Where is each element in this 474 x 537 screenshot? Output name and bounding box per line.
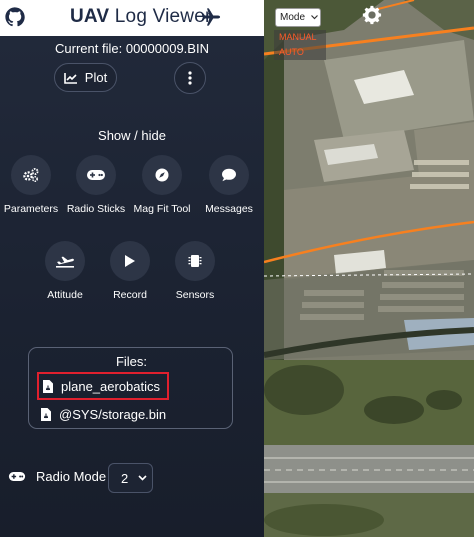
gamepad-icon <box>87 170 105 180</box>
mode-select[interactable]: Mode <box>275 8 321 27</box>
file-name: plane_aerobatics <box>61 378 161 394</box>
legend-item-auto: AUTO <box>279 47 304 57</box>
line-chart-icon <box>63 72 77 84</box>
file-item-storage-bin[interactable]: @SYS/storage.bin <box>37 400 166 428</box>
tool-messages[interactable]: Messages <box>189 155 269 215</box>
app-header: UAV Log Viewer <box>0 0 264 36</box>
gamepad-icon <box>8 472 26 481</box>
chip-icon <box>188 255 202 267</box>
tool-label: Messages <box>205 203 253 215</box>
play-icon <box>125 255 135 267</box>
more-options-button[interactable] <box>174 62 206 94</box>
file-name: @SYS/storage.bin <box>59 406 167 422</box>
record-button[interactable] <box>110 241 150 281</box>
sensors-button[interactable] <box>175 241 215 281</box>
flight-mode-legend: MANUAL AUTO <box>274 30 326 60</box>
files-title: Files: <box>115 354 148 369</box>
file-item-plane-aerobatics[interactable]: plane_aerobatics <box>37 372 169 400</box>
chevron-down-icon <box>138 475 147 481</box>
map-view[interactable]: Mode MANUAL AUTO <box>264 0 474 537</box>
airplane-icon <box>201 8 221 26</box>
plane-takeoff-icon <box>56 256 74 268</box>
vertical-dots-icon <box>188 71 192 85</box>
mode-select-label: Mode <box>280 12 306 23</box>
show-hide-heading: Show / hide <box>98 128 166 143</box>
legend-item-manual: MANUAL <box>279 32 317 42</box>
mag-fit-button[interactable] <box>142 155 182 195</box>
tool-sensors[interactable]: Sensors <box>155 241 235 301</box>
app-title-bold: UAV <box>70 6 110 27</box>
radio-mode-row: Radio Mode <box>8 469 106 484</box>
messages-button[interactable] <box>209 155 249 195</box>
parameters-button[interactable] <box>11 155 51 195</box>
radio-mode-label: Radio Mode <box>36 469 107 484</box>
chevron-down-icon <box>311 15 318 20</box>
current-file-label: Current file: 00000009.BIN <box>55 41 209 56</box>
app-title: UAV Log Viewer <box>70 6 212 28</box>
sidebar: UAV Log Viewer Current file: 00000009.BI… <box>0 0 264 537</box>
gears-icon <box>23 168 39 183</box>
radio-sticks-button[interactable] <box>76 155 116 195</box>
radio-mode-select[interactable]: 2 <box>108 463 153 493</box>
app-title-rest: Log Viewer <box>109 6 212 27</box>
tool-label: Sensors <box>175 289 215 301</box>
attitude-button[interactable] <box>45 241 85 281</box>
plot-button[interactable]: Plot <box>54 63 117 92</box>
compass-icon <box>155 168 169 182</box>
plot-button-label: Plot <box>84 70 108 85</box>
github-icon[interactable] <box>4 6 26 28</box>
files-panel: Files: plane_aerobatics @SYS/storage.bin <box>28 347 233 429</box>
file-icon <box>41 407 51 421</box>
chat-bubble-icon <box>222 168 236 182</box>
gear-icon[interactable] <box>361 4 383 26</box>
radio-mode-value: 2 <box>121 470 129 486</box>
satellite-map[interactable] <box>264 0 474 537</box>
file-icon <box>43 379 53 393</box>
